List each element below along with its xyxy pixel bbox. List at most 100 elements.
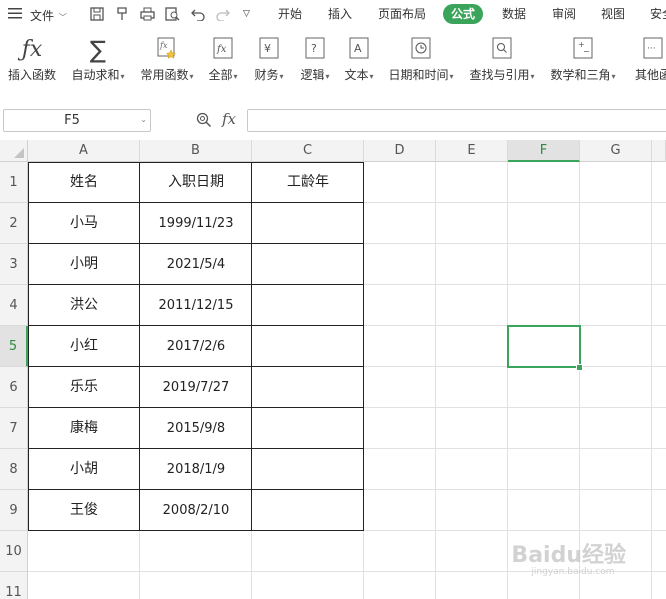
other-functions-button[interactable]: ··· 其他函 (628, 36, 666, 83)
all-functions-button[interactable]: fx 全部▾ (204, 36, 242, 83)
select-all-corner[interactable] (0, 140, 28, 162)
logical-button[interactable]: ? 逻辑▾ (296, 36, 334, 83)
gridline (435, 162, 436, 599)
row-header-2[interactable]: 2 (0, 203, 28, 244)
cell-b3[interactable]: 2021/5/4 (140, 244, 252, 285)
magnifier-book-icon (467, 36, 537, 64)
cell-a3[interactable]: 小明 (28, 244, 140, 285)
datetime-button[interactable]: 日期和时间▾ (386, 36, 456, 83)
svg-text:···: ··· (647, 44, 656, 54)
tab-insert[interactable]: 插入 (328, 4, 352, 24)
tab-home[interactable]: 开始 (278, 4, 302, 24)
chevron-down-icon[interactable]: ⌄ (140, 115, 147, 124)
gridline (651, 162, 652, 599)
cell-b2[interactable]: 1999/11/23 (140, 203, 252, 244)
column-header-a[interactable]: A (28, 140, 140, 162)
text-functions-button[interactable]: A 文本▾ (340, 36, 378, 83)
fill-handle[interactable] (576, 364, 583, 371)
spreadsheet-grid: A B C D E F G 1 2 3 4 5 6 7 8 9 10 11 姓名… (0, 140, 666, 599)
cell-c6[interactable] (252, 367, 364, 408)
cell-a2[interactable]: 小马 (28, 203, 140, 244)
menu-bar: 文件 ﹀ ▽ 开始 插入 页面布局 公式 数据 审阅 视图 安全 (0, 0, 666, 30)
tab-formulas[interactable]: 公式 (443, 4, 484, 24)
row-header-11[interactable]: 11 (0, 572, 28, 599)
tab-page-layout[interactable]: 页面布局 (378, 4, 426, 24)
cell-c2[interactable] (252, 203, 364, 244)
tab-view[interactable]: 视图 (601, 4, 625, 24)
tab-data[interactable]: 数据 (502, 4, 526, 24)
cell-b7[interactable]: 2015/9/8 (140, 408, 252, 449)
cell-a6[interactable]: 乐乐 (28, 367, 140, 408)
cell-b9[interactable]: 2008/2/10 (140, 490, 252, 531)
cell-c7[interactable] (252, 408, 364, 449)
format-painter-icon[interactable] (115, 7, 129, 24)
ribbon-formulas: ƒx 插入函数 ∑ 自动求和▾ fx 常用函数▾ fx 全部▾ ¥ 财务▾ ? … (0, 30, 666, 88)
undo-icon[interactable] (191, 7, 205, 24)
column-header-d[interactable]: D (364, 140, 436, 162)
tab-security[interactable]: 安全 (650, 4, 666, 24)
column-header-b[interactable]: B (140, 140, 252, 162)
cell-b6[interactable]: 2019/7/27 (140, 367, 252, 408)
row-header-3[interactable]: 3 (0, 244, 28, 285)
cell-c8[interactable] (252, 449, 364, 490)
row-header-1[interactable]: 1 (0, 162, 28, 203)
cell-c4[interactable] (252, 285, 364, 326)
cell-c9[interactable] (252, 490, 364, 531)
cell-a8[interactable]: 小胡 (28, 449, 140, 490)
yen-book-icon: ¥ (250, 36, 288, 64)
row-header-10[interactable]: 10 (0, 531, 28, 572)
cell-a7[interactable]: 康梅 (28, 408, 140, 449)
row-header-8[interactable]: 8 (0, 449, 28, 490)
svg-text:fx: fx (216, 44, 227, 55)
cell-a1[interactable]: 姓名 (28, 162, 140, 203)
math-book-icon: + − (548, 36, 618, 64)
cell-a4[interactable]: 洪公 (28, 285, 140, 326)
autosum-button[interactable]: ∑ 自动求和▾ (68, 36, 128, 83)
fx-insert-icon[interactable]: fx (222, 110, 236, 128)
cell-a5[interactable]: 小红 (28, 326, 140, 367)
question-book-icon: ? (296, 36, 334, 64)
column-header-f[interactable]: F (508, 140, 580, 162)
name-box[interactable]: F5 ⌄ (3, 109, 151, 132)
row-header-4[interactable]: 4 (0, 285, 28, 326)
math-trig-button[interactable]: + − 数学和三角▾ (548, 36, 618, 83)
cell-a9[interactable]: 王俊 (28, 490, 140, 531)
row-header-5[interactable]: 5 (0, 326, 28, 367)
cell-c1[interactable]: 工龄年 (252, 162, 364, 203)
tab-review[interactable]: 审阅 (552, 4, 576, 24)
save-icon[interactable] (90, 7, 104, 24)
gridline (507, 162, 508, 599)
cell-c5[interactable] (252, 326, 364, 367)
cell-b8[interactable]: 2018/1/9 (140, 449, 252, 490)
column-header-g[interactable]: G (580, 140, 652, 162)
svg-text:¥: ¥ (264, 42, 271, 55)
quick-access-more-icon[interactable]: ▽ (243, 9, 250, 19)
lookup-reference-button[interactable]: 查找与引用▾ (467, 36, 537, 83)
print-preview-icon[interactable] (165, 7, 180, 24)
cell-c3[interactable] (252, 244, 364, 285)
formula-input[interactable] (247, 109, 666, 132)
print-icon[interactable] (140, 7, 155, 24)
row-header-9[interactable]: 9 (0, 490, 28, 531)
column-header-h[interactable] (652, 140, 666, 162)
redo-icon[interactable] (216, 7, 230, 24)
cell-b5[interactable]: 2017/2/6 (140, 326, 252, 367)
baidu-watermark: Baidu经验 jingyan.baidu.com (511, 543, 626, 577)
column-header-c[interactable]: C (252, 140, 364, 162)
row-header-7[interactable]: 7 (0, 408, 28, 449)
zoom-search-icon[interactable] (196, 112, 212, 131)
star-function-icon: fx (137, 36, 197, 64)
sigma-icon: ∑ (89, 36, 107, 64)
more-book-icon: ··· (628, 36, 666, 64)
insert-function-button[interactable]: ƒx 插入函数 (6, 36, 58, 83)
active-cell-f5[interactable] (507, 325, 581, 368)
svg-text:?: ? (311, 42, 317, 55)
file-menu[interactable]: 文件 ﹀ (30, 7, 67, 24)
column-header-e[interactable]: E (436, 140, 508, 162)
cell-b1[interactable]: 入职日期 (140, 162, 252, 203)
common-functions-button[interactable]: fx 常用函数▾ (137, 36, 197, 83)
cell-b4[interactable]: 2011/12/15 (140, 285, 252, 326)
hamburger-menu-icon[interactable] (8, 7, 22, 22)
row-header-6[interactable]: 6 (0, 367, 28, 408)
financial-button[interactable]: ¥ 财务▾ (250, 36, 288, 83)
